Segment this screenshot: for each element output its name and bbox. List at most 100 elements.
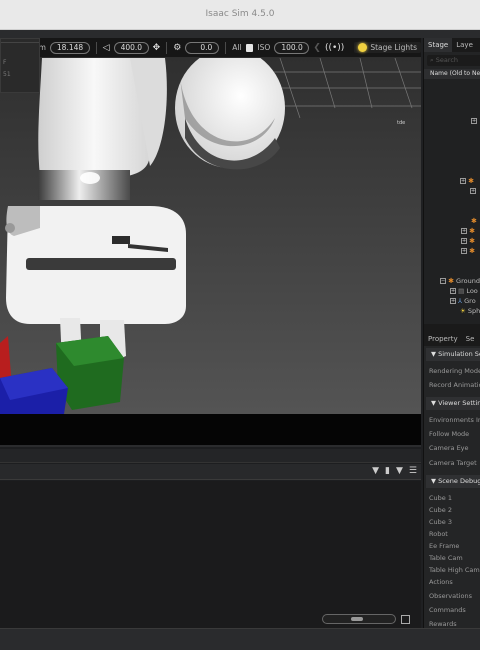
axis-icon: ⅄ (458, 297, 463, 305)
tab-property[interactable]: Property (424, 332, 462, 346)
exposure-field[interactable]: 0.0 (185, 41, 220, 54)
viewport-letterbox (0, 414, 421, 445)
menu-divider (1, 42, 39, 43)
tree-row[interactable]: ☀ Sph (460, 307, 480, 317)
property-panel: ▼ Simulation Se Rendering Mode Record An… (424, 346, 480, 628)
bottom-toolbar: ▼ ▮ ▼ ☰ (0, 464, 421, 480)
tree-item-label: Loo (466, 287, 478, 295)
dropdown-arrow-icon[interactable]: ▼ (372, 466, 379, 476)
grid-view-icon[interactable] (401, 615, 410, 624)
bookmark-icon[interactable]: ▮ (385, 466, 390, 476)
stage-lights-label: Stage Lights (370, 43, 418, 52)
render-view[interactable]: tde (0, 58, 421, 414)
xform-icon: ✱ (448, 277, 454, 285)
menu-strip (0, 30, 480, 38)
folder-icon: ▤ (458, 287, 465, 295)
viewport-menu-dropdown[interactable]: F 51 (0, 38, 40, 93)
tree-item-label: Gro (464, 297, 476, 305)
slider-knob[interactable] (351, 617, 363, 621)
property-row: Camera Target (429, 459, 477, 467)
expand-icon[interactable]: + (450, 288, 456, 294)
tree-row[interactable]: − ✱ Ground (440, 277, 480, 287)
tree-row[interactable]: + ✱ (461, 247, 480, 257)
light-icon: ☀ (460, 307, 466, 315)
iso-field[interactable]: 100.0 (274, 41, 310, 54)
xform-icon: ✱ (469, 227, 475, 235)
property-row: Camera Eye (429, 444, 469, 452)
broadcast-icon[interactable]: ((•)) (325, 43, 344, 53)
zoom-slider[interactable] (322, 614, 396, 624)
tab-layer[interactable]: Laye (452, 38, 477, 52)
camera-speed-field[interactable]: 400.0 (113, 41, 149, 54)
property-row: Observations (429, 592, 472, 600)
menu-item[interactable]: F (3, 59, 6, 66)
section-viewer-settings[interactable]: ▼ Viewer Settin (426, 397, 480, 410)
xform-icon: ✱ (469, 237, 475, 245)
expand-icon[interactable]: + (470, 188, 476, 194)
toolbar-divider (95, 41, 97, 54)
console-content (0, 481, 421, 630)
expand-icon[interactable]: + (461, 248, 467, 254)
tree-row[interactable]: + ✱ (460, 177, 480, 187)
tree-row[interactable]: + ⅄ Gro (450, 297, 480, 307)
tree-row[interactable]: + ▤ Loo (450, 287, 480, 297)
stage-tab-bar: Stage Laye (424, 38, 480, 52)
stage-column-header[interactable]: Name (Old to New) (424, 69, 480, 79)
filter-icon[interactable]: ▼ (396, 466, 403, 476)
sun-icon (358, 43, 368, 52)
property-row: Ee Frame (429, 542, 460, 550)
expand-icon[interactable]: + (471, 118, 477, 124)
zoom-field[interactable]: 18.148 (49, 41, 90, 54)
expand-icon[interactable]: + (461, 228, 467, 234)
tree-row[interactable]: + (471, 117, 480, 127)
xform-icon: ✱ (471, 217, 477, 225)
property-row: Record Animation (429, 381, 480, 389)
tree-item-label: Sph (467, 307, 480, 315)
viewport-overlay-tag: tde (397, 120, 405, 126)
tree-row[interactable]: + ✱ (461, 237, 480, 247)
section-title: Simulation Se (438, 350, 480, 358)
iso-label: ISO (257, 43, 271, 52)
tree-row[interactable]: + ✱ (461, 227, 480, 237)
property-row: Environments Inde (429, 416, 480, 424)
property-row: Follow Mode (429, 430, 470, 438)
expand-icon[interactable]: + (460, 178, 466, 184)
panel-divider[interactable] (424, 324, 480, 332)
property-row: Cube 1 (429, 494, 452, 502)
bottom-tab-bar (0, 449, 421, 463)
property-row: Robot (429, 530, 448, 538)
property-row: Cube 2 (429, 506, 452, 514)
section-scene-debug[interactable]: ▼ Scene Debug (426, 475, 480, 488)
tab-stage[interactable]: Stage (424, 38, 453, 52)
stage-tree[interactable]: + + ✱ + ✱ + ✱ + ✱ + ✱ − ✱ Ground + ▤ Loo… (424, 79, 480, 324)
property-row: Rendering Mode (429, 367, 480, 375)
tree-item-label: Ground (456, 277, 480, 285)
tree-row[interactable]: + (470, 187, 480, 197)
move-arrows-icon[interactable]: ✥ (153, 43, 161, 53)
exposure-icon: ⚙ (173, 42, 182, 53)
xform-icon: ✱ (468, 177, 474, 185)
expand-icon[interactable]: + (450, 298, 456, 304)
menu-icon[interactable]: ☰ (409, 466, 417, 476)
viewport-panel[interactable]: om 18.148 ◁ 400.0 ✥ ⚙ 0.0 All ISO 100.0 … (0, 38, 422, 445)
bottom-panel: ▼ ▮ ▼ ☰ (0, 445, 421, 630)
all-label: All (232, 43, 242, 52)
expand-icon[interactable]: + (461, 238, 467, 244)
stage-lights-button[interactable]: Stage Lights (354, 42, 422, 53)
collapse-icon[interactable]: − (440, 278, 446, 284)
section-simulation-settings[interactable]: ▼ Simulation Se (426, 348, 480, 361)
property-row: Cube 3 (429, 518, 452, 526)
stage-search-input[interactable]: ⌕ Search (427, 55, 480, 66)
xform-icon: ✱ (469, 247, 475, 255)
tree-row[interactable]: ✱ (471, 217, 480, 227)
toolbar-divider (166, 41, 168, 54)
property-row: Actions (429, 578, 453, 586)
viewport-toolbar: om 18.148 ◁ 400.0 ✥ ⚙ 0.0 All ISO 100.0 … (0, 38, 422, 58)
property-tab-bar: Property Se (424, 332, 480, 346)
toolbar-divider (225, 41, 227, 54)
tab-secondary[interactable]: Se (462, 332, 479, 346)
all-checkbox[interactable] (245, 43, 254, 52)
property-row: Commands (429, 606, 466, 614)
menu-item[interactable]: 51 (3, 71, 11, 78)
property-row: Table Cam (429, 554, 463, 562)
